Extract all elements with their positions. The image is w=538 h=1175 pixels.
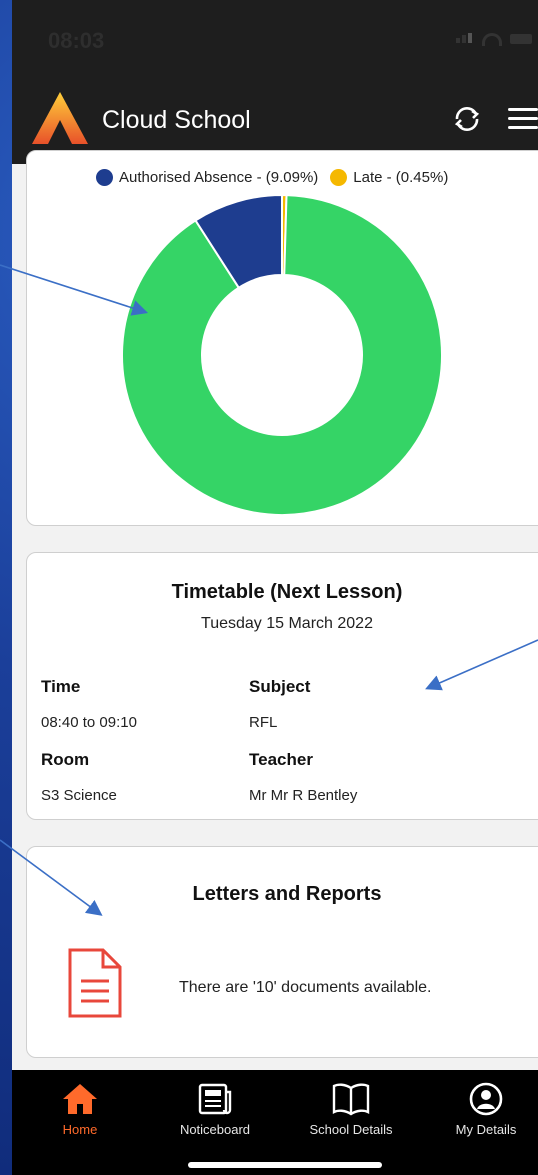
- legend-label: Authorised Absence - (9.09%): [119, 168, 319, 186]
- legend-item-authorised-absence[interactable]: Authorised Absence - (9.09%): [96, 168, 319, 186]
- newspaper-icon: [198, 1083, 232, 1115]
- status-bar: 08:03: [12, 0, 538, 80]
- teacher-label: Teacher: [249, 750, 313, 769]
- subject-value: RFL: [249, 714, 278, 731]
- chart-legend: Authorised Absence - (9.09%) Late - (0.4…: [96, 166, 526, 188]
- legend-swatch: [330, 168, 348, 186]
- status-time: 08:03: [48, 28, 105, 53]
- time-value: 08:40 to 09:10: [41, 714, 137, 731]
- timetable-card: Timetable (Next Lesson) Tuesday 15 March…: [26, 552, 538, 820]
- bottom-tab-bar: Home Noticeboard School Details My Detai…: [12, 1070, 538, 1175]
- timetable-title: Timetable (Next Lesson): [171, 581, 403, 603]
- document-icon: [68, 948, 122, 1018]
- legend-label: Late - (0.45%): [353, 168, 449, 186]
- legend-swatch: [96, 168, 113, 186]
- sync-icon[interactable]: [450, 102, 484, 136]
- attendance-donut-chart: [122, 195, 442, 515]
- room-label: Room: [41, 750, 90, 769]
- book-icon: [332, 1083, 370, 1116]
- letters-title: Letters and Reports: [192, 883, 382, 905]
- signal-icon: [456, 30, 474, 48]
- app-title: Cloud School: [102, 106, 251, 134]
- teacher-value: Mr Mr R Bentley: [249, 787, 358, 804]
- phone-screen: 08:03 Cloud School Authorised Absence - …: [12, 0, 538, 1175]
- time-label: Time: [41, 677, 81, 696]
- tab-school-details[interactable]: School Details: [291, 1082, 411, 1137]
- letters-card[interactable]: Letters and Reports There are '10' docum…: [26, 846, 538, 1058]
- timetable-date: Tuesday 15 March 2022: [201, 615, 373, 632]
- wifi-icon: [482, 32, 502, 46]
- home-indicator: [188, 1162, 382, 1168]
- battery-icon: [510, 34, 532, 44]
- letters-count-text: There are '10' documents available.: [179, 979, 432, 996]
- tab-my-details[interactable]: My Details: [426, 1082, 538, 1137]
- tab-label: Noticeboard: [179, 1122, 251, 1137]
- tab-label: School Details: [309, 1122, 393, 1137]
- tab-label: Home: [62, 1122, 98, 1137]
- cloud-school-logo-icon: [32, 92, 88, 144]
- tab-label: My Details: [455, 1122, 517, 1137]
- tab-home[interactable]: Home: [20, 1082, 140, 1137]
- room-value: S3 Science: [41, 787, 117, 804]
- status-icons: [456, 30, 532, 48]
- legend-item-late[interactable]: Late - (0.45%): [330, 168, 449, 186]
- hamburger-menu-icon[interactable]: [508, 108, 538, 132]
- tab-noticeboard[interactable]: Noticeboard: [155, 1082, 275, 1137]
- subject-label: Subject: [249, 677, 311, 696]
- user-circle-icon: [469, 1082, 503, 1116]
- home-icon: [63, 1084, 97, 1114]
